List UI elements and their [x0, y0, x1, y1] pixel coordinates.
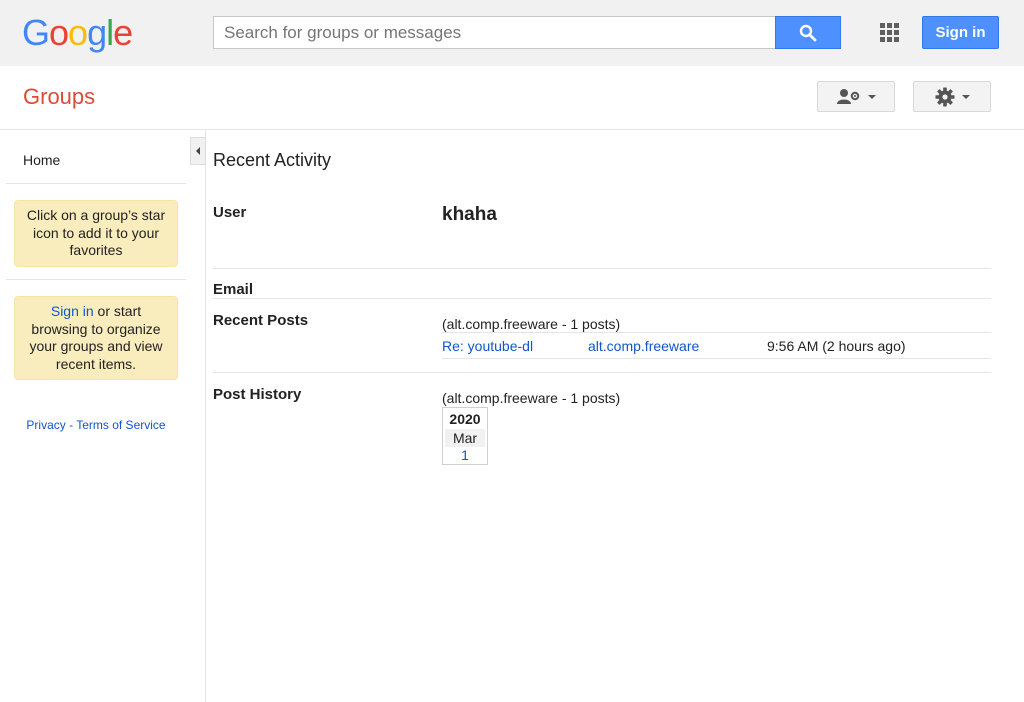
sign-in-tip-text: or start browsing to organize your group…: [29, 303, 163, 372]
sign-in-link[interactable]: Sign in: [51, 303, 94, 319]
divider: [442, 332, 991, 333]
gear-icon: [935, 87, 954, 106]
post-group-link[interactable]: alt.comp.freeware: [588, 338, 699, 354]
post-history-table: 2020 Mar 1: [442, 407, 488, 465]
sidebar: Home Click on a group’s star icon to add…: [0, 130, 206, 702]
post-time: 9:56 AM (2 hours ago): [767, 338, 906, 354]
logo-letter: e: [113, 12, 133, 53]
groups-title[interactable]: Groups: [23, 84, 95, 110]
chevron-down-icon: [961, 94, 970, 99]
sign-in-tip: Sign in or start browsing to organize yo…: [14, 296, 178, 380]
footer-separator: -: [65, 418, 77, 432]
person-settings-icon: [836, 88, 859, 104]
groups-header: Groups: [0, 66, 1024, 130]
favorites-tip-text: Click on a group’s star icon to add it t…: [26, 207, 166, 258]
favorites-tip: Click on a group’s star icon to add it t…: [14, 200, 178, 267]
terms-link[interactable]: Terms of Service: [76, 418, 165, 432]
recent-posts-label: Recent Posts: [213, 312, 309, 329]
history-month: Mar: [445, 429, 485, 447]
sidebar-item-home[interactable]: Home: [23, 152, 60, 168]
divider: [213, 298, 991, 299]
settings-button[interactable]: [913, 81, 991, 112]
user-label: User: [213, 204, 247, 221]
chevron-down-icon: [867, 94, 876, 99]
username: khaha: [442, 204, 497, 225]
post-history-count: (alt.comp.freeware - 1 posts): [442, 390, 621, 406]
sidebar-divider: [6, 183, 186, 184]
page-title: Recent Activity: [213, 150, 332, 170]
email-label: Email: [213, 281, 254, 298]
post-subject-link[interactable]: Re: youtube-dl: [442, 338, 533, 354]
google-logo[interactable]: Google: [22, 12, 133, 54]
logo-letter: o: [49, 12, 69, 53]
sidebar-divider: [6, 279, 186, 280]
post-history-label: Post History: [213, 386, 302, 403]
list-item: Re: youtube-dl alt.comp.freeware 9:56 AM…: [442, 338, 991, 356]
footer-links: Privacy - Terms of Service: [0, 418, 192, 432]
top-bar: Google Sign in: [0, 0, 1024, 66]
privacy-link[interactable]: Privacy: [26, 418, 65, 432]
search-icon: [799, 24, 817, 41]
apps-grid-icon[interactable]: [880, 23, 899, 42]
divider: [213, 268, 991, 269]
collapse-sidebar-button[interactable]: [190, 137, 206, 165]
logo-letter: l: [106, 12, 114, 53]
history-count-link[interactable]: 1: [443, 447, 487, 464]
divider: [442, 358, 991, 359]
recent-posts-count: (alt.comp.freeware - 1 posts): [442, 316, 621, 332]
logo-letter: G: [22, 12, 50, 53]
chevron-left-icon: [196, 147, 200, 155]
logo-letter: g: [87, 12, 107, 53]
logo-letter: o: [68, 12, 88, 53]
divider: [213, 372, 991, 373]
search-input[interactable]: [213, 16, 776, 49]
member-settings-button[interactable]: [817, 81, 895, 112]
history-year: 2020: [449, 411, 481, 427]
sign-in-button[interactable]: Sign in: [922, 16, 999, 49]
search-button[interactable]: [775, 16, 841, 49]
